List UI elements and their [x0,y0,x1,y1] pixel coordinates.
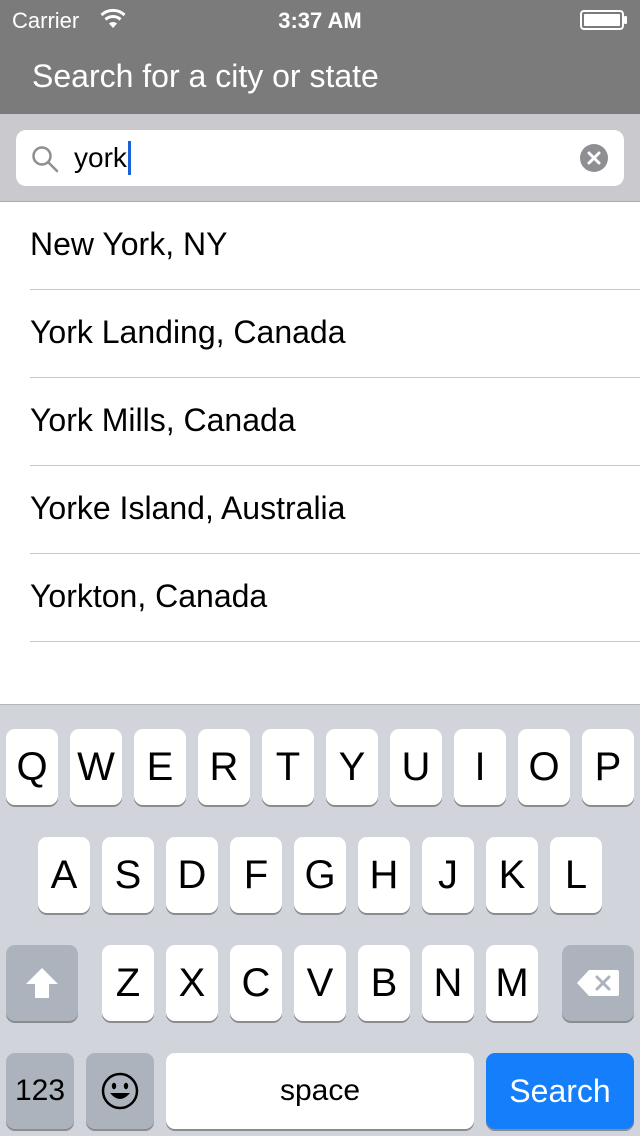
result-label: New York, NY [30,226,228,262]
key-f[interactable]: F [230,837,282,913]
status-bar: Carrier 3:37 AM [0,0,640,40]
space-key[interactable]: space [166,1053,474,1129]
key-s[interactable]: S [102,837,154,913]
key-j[interactable]: J [422,837,474,913]
result-label: York Landing, Canada [30,314,346,350]
key-k[interactable]: K [486,837,538,913]
key-m[interactable]: M [486,945,538,1021]
key-y[interactable]: Y [326,729,378,805]
shift-arrow-icon [26,968,58,998]
shift-key[interactable] [6,945,78,1021]
result-row[interactable]: New York, NY [0,202,640,290]
key-a[interactable]: A [38,837,90,913]
key-p[interactable]: P [582,729,634,805]
results-list: New York, NY York Landing, Canada York M… [0,202,640,642]
emoji-key[interactable] [86,1053,154,1129]
keyboard: Q W E R T Y U I O P A S D F G H J K L Z … [0,704,640,1136]
result-label: Yorke Island, Australia [30,490,346,526]
nav-header: Carrier 3:37 AM Search for a city or sta… [0,0,640,114]
result-row[interactable]: York Landing, Canada [0,290,640,378]
key-i[interactable]: I [454,729,506,805]
text-caret [127,141,131,175]
key-l[interactable]: L [550,837,602,913]
key-g[interactable]: G [294,837,346,913]
key-n[interactable]: N [422,945,474,1021]
delete-key[interactable] [562,945,634,1021]
search-query-text: york [74,142,127,173]
result-row[interactable]: Yorkton, Canada [0,554,640,642]
emoji-face-icon [101,1072,139,1110]
key-t[interactable]: T [262,729,314,805]
key-v[interactable]: V [294,945,346,1021]
key-d[interactable]: D [166,837,218,913]
clear-x-icon[interactable] [580,144,608,172]
backspace-icon [577,970,619,996]
key-z[interactable]: Z [102,945,154,1021]
key-w[interactable]: W [70,729,122,805]
magnifier-icon [32,146,59,173]
search-bar: york [0,114,640,202]
key-x[interactable]: X [166,945,218,1021]
result-label: York Mills, Canada [30,402,296,438]
key-o[interactable]: O [518,729,570,805]
key-b[interactable]: B [358,945,410,1021]
search-query[interactable]: york [74,141,131,175]
key-r[interactable]: R [198,729,250,805]
battery-icon [580,10,627,30]
search-key[interactable]: Search [486,1053,634,1129]
result-row[interactable]: Yorke Island, Australia [0,466,640,554]
result-label: Yorkton, Canada [30,578,268,614]
key-e[interactable]: E [134,729,186,805]
page-title: Search for a city or state [32,58,379,94]
key-h[interactable]: H [358,837,410,913]
key-c[interactable]: C [230,945,282,1021]
numbers-key[interactable]: 123 [6,1053,74,1129]
key-q[interactable]: Q [6,729,58,805]
result-row[interactable]: York Mills, Canada [0,378,640,466]
status-time: 3:37 AM [278,8,362,33]
search-input[interactable]: york [16,130,624,186]
key-u[interactable]: U [390,729,442,805]
